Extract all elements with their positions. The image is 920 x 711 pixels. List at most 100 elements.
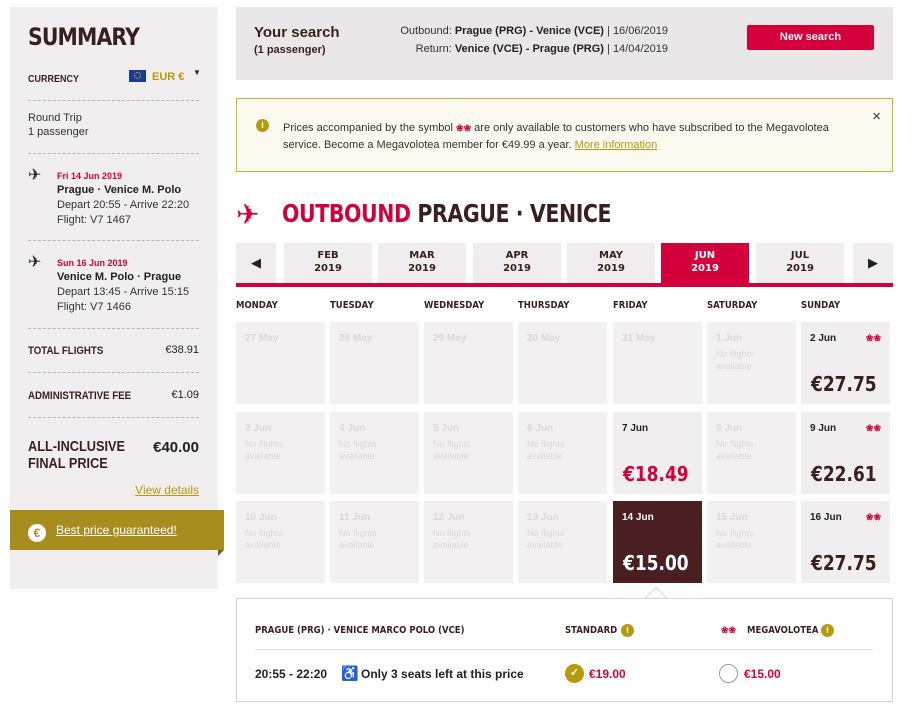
tab-year-label: 2019 [314, 263, 342, 274]
divider [28, 417, 199, 418]
day-of-week-header: TUESDAY [330, 300, 374, 311]
return-route: Venice (VCE) - Prague (PRG) [454, 43, 604, 55]
return-plane-icon: ✈ [28, 254, 42, 271]
tab-month-3[interactable]: MAY 2019 [567, 243, 655, 283]
no-flights-text: No flights available [716, 528, 754, 550]
no-flights-text: No flights available [527, 439, 565, 461]
total-flights-label: TOTAL FLIGHTS [28, 345, 104, 357]
tab-year-label: 2019 [597, 263, 625, 274]
notice-text: Prices accompanied by the symbol ❀❀ are … [283, 122, 829, 151]
calendar-day-cell: 4 Jun No flights available [330, 412, 419, 494]
tab-month-4[interactable]: JUN 2019 [661, 243, 749, 283]
calendar-day-cell: 12 Jun No flights available [424, 501, 513, 583]
return-label: Return: [415, 43, 452, 55]
megavolotea-price: €15.00 [744, 667, 781, 681]
return-flight: Flight: V7 1466 [57, 301, 131, 313]
best-price-banner[interactable]: € Best price guaranteed! [10, 510, 224, 550]
calendar-day-label: 14 Jun [622, 512, 654, 523]
currency-selector[interactable]: EUR € [152, 71, 184, 83]
takeoff-plane-icon: ✈ [236, 199, 260, 230]
tab-month-5[interactable]: JUL 2019 [756, 243, 844, 283]
summary-sidebar: SUMMARY CURRENCY EUR € ▼ Round Trip 1 pa… [10, 7, 224, 589]
calendar-day-label: 11 Jun [339, 512, 371, 523]
next-month-arrow-icon[interactable]: ▶ [853, 243, 893, 283]
day-of-week-header: SUNDAY [801, 300, 841, 311]
chevron-down-icon[interactable]: ▼ [193, 68, 201, 77]
calendar-day-label: 4 Jun [339, 423, 366, 434]
view-details-link[interactable]: View details [135, 483, 199, 497]
calendar-day-cell[interactable]: 14 Jun €15.00 [613, 501, 702, 583]
calendar-day-cell: 31 May [613, 322, 702, 404]
fare-options-panel: PRAGUE (PRG) · VENICE MARCO POLO (VCE) S… [236, 598, 893, 702]
outbound-times: Depart 20:55 - Arrive 22:20 [57, 199, 190, 211]
more-information-link[interactable]: More information [575, 139, 658, 151]
prev-month-arrow-icon[interactable]: ◀ [236, 243, 276, 283]
calendar-day-cell[interactable]: 16 Jun ❀❀ €27.75 [801, 501, 890, 583]
calendar-day-cell: 15 Jun No flights available [707, 501, 796, 583]
calendar-day-cell[interactable]: 2 Jun ❀❀ €27.75 [801, 322, 890, 404]
outbound-date: Fri 14 Jun 2019 [57, 171, 123, 181]
fare-route: PRAGUE (PRG) · VENICE MARCO POLO (VCE) [255, 625, 465, 636]
tab-month-2[interactable]: APR 2019 [473, 243, 561, 283]
calendar-day-cell: 28 May [330, 322, 419, 404]
search-passengers: (1 passenger) [254, 44, 326, 56]
return-times: Depart 13:45 - Arrive 15:15 [57, 286, 190, 298]
calendar-day-label: 12 Jun [433, 512, 465, 523]
accessibility-icon: ♿ [341, 665, 359, 681]
admin-fee-value: €1.09 [171, 389, 199, 401]
megavolotea-info-icon[interactable]: i [821, 624, 834, 637]
divider [28, 328, 199, 329]
final-price-label: ALL-INCLUSIVE FINAL PRICE [28, 438, 126, 472]
megavolotea-radio[interactable] [719, 664, 738, 683]
no-flights-text: No flights available [339, 439, 377, 461]
new-search-button[interactable]: New search [747, 25, 874, 50]
calendar-day-price: €27.75 [811, 372, 877, 396]
calendar-day-label: 5 Jun [433, 423, 460, 434]
calendar-day-cell: 6 Jun No flights available [518, 412, 607, 494]
divider [28, 153, 199, 154]
tab-month-1[interactable]: MAR 2019 [378, 243, 466, 283]
close-icon[interactable]: × [872, 108, 881, 125]
tab-month-0[interactable]: FEB 2019 [284, 243, 372, 283]
calendar-day-price: €22.61 [811, 462, 877, 486]
calendar-day-price: €15.00 [623, 551, 689, 575]
calendar-day-cell: 5 Jun No flights available [424, 412, 513, 494]
no-flights-text: No flights available [433, 528, 471, 550]
calendar-day-label: 28 May [339, 333, 373, 344]
calendar-day-label: 31 May [622, 333, 656, 344]
tab-month-label: JUL [790, 250, 810, 261]
calendar-day-label: 15 Jun [716, 512, 748, 523]
megavolotea-notice: i Prices accompanied by the symbol ❀❀ ar… [236, 98, 893, 172]
megavolotea-symbol-icon: ❀❀ [456, 123, 472, 133]
calendar-day-cell: 1 Jun No flights available [707, 322, 796, 404]
calendar-day-label: 29 May [433, 333, 467, 344]
flight-time: 20:55 - 22:20 [255, 667, 328, 681]
calendar-day-cell: 8 Jun No flights available [707, 412, 796, 494]
day-of-week-header: THURSDAY [518, 300, 570, 311]
calendar-day-cell: 27 May [236, 322, 325, 404]
tab-month-label: MAR [409, 250, 435, 261]
calendar-day-label: 6 Jun [527, 423, 554, 434]
calendar-day-cell: 13 Jun No flights available [518, 501, 607, 583]
no-flights-text: No flights available [339, 528, 377, 550]
calendar-day-label: 3 Jun [245, 423, 272, 434]
search-outbound: Outbound: Prague (PRG) - Venice (VCE) | … [400, 25, 668, 37]
standard-info-icon[interactable]: i [621, 624, 634, 637]
calendar-day-cell[interactable]: 9 Jun ❀❀ €22.61 [801, 412, 890, 494]
no-flights-text: No flights available [527, 528, 565, 550]
calendar-day-cell[interactable]: 7 Jun €18.49 [613, 412, 702, 494]
month-tabs: ◀ FEB 2019 MAR 2019 APR 2019 MAY 2019 JUN 2019 JUL… [236, 243, 893, 287]
best-price-link[interactable]: Best price guaranteed! [56, 523, 177, 537]
eu-flag-icon[interactable] [129, 70, 146, 82]
megavolotea-symbol-icon: ❀❀ [721, 625, 737, 635]
outbound-plane-icon: ✈ [28, 167, 42, 184]
calendar-day-label: 2 Jun [810, 333, 837, 344]
return-route: Venice M. Polo · Prague [57, 271, 182, 283]
standard-selected-check-icon[interactable]: ✓ [565, 664, 584, 683]
divider [28, 240, 199, 241]
return-date: Sun 16 Jun 2019 [57, 258, 128, 268]
tab-month-label: APR [505, 250, 529, 261]
search-title: Your search [254, 24, 340, 41]
calendar-day-price: €27.75 [811, 551, 877, 575]
euro-coin-icon: € [28, 524, 46, 542]
